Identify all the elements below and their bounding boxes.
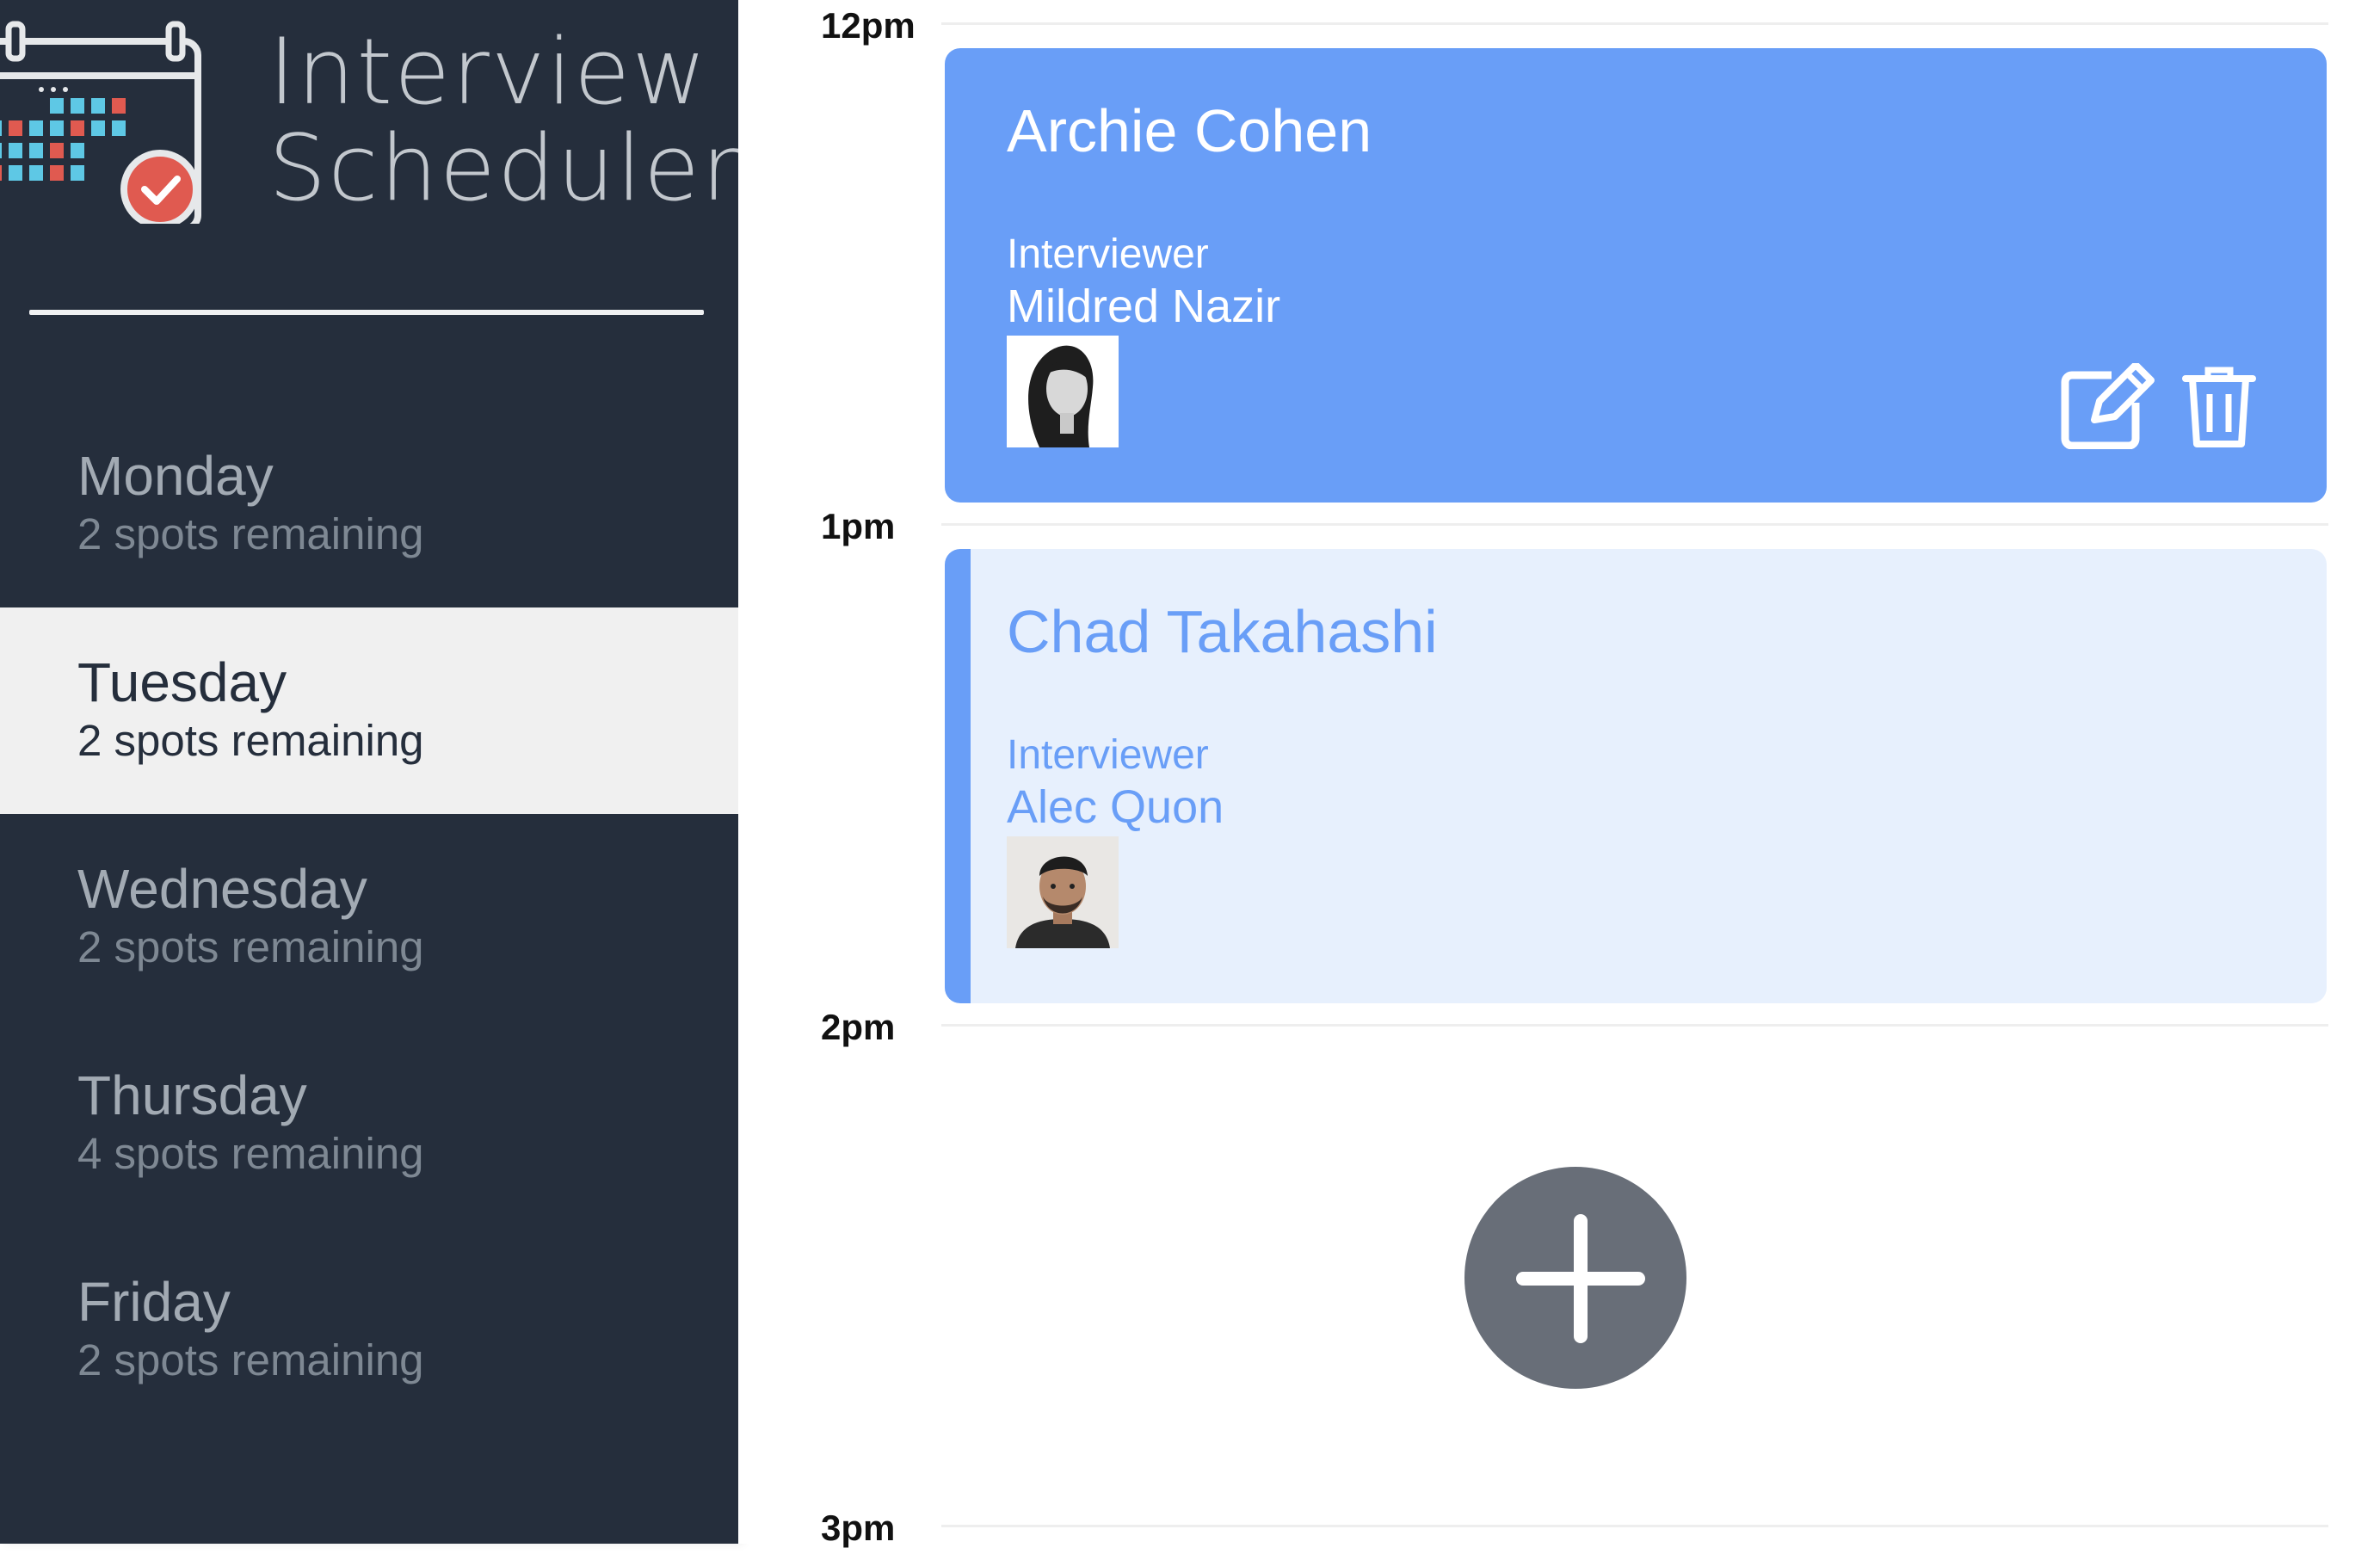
day-item-tuesday[interactable]: Tuesday 2 spots remaining — [0, 607, 738, 814]
sidebar-divider — [29, 310, 704, 315]
time-label: 12pm — [821, 5, 916, 46]
time-label: 2pm — [821, 1007, 896, 1047]
day-list: Monday 2 spots remaining Tuesday 2 spots… — [0, 401, 738, 1434]
day-name: Tuesday — [77, 651, 287, 713]
day-item-wednesday[interactable]: Wednesday 2 spots remaining — [0, 814, 738, 1021]
appointment-card[interactable]: Chad Takahashi Interviewer Alec Quon — [945, 549, 2327, 1003]
interviewer-name: Alec Quon — [1007, 781, 1224, 833]
day-spots: 2 spots remaining — [77, 922, 424, 971]
student-name: Chad Takahashi — [1007, 598, 1438, 665]
day-spots: 2 spots remaining — [77, 509, 424, 558]
day-spots: 2 spots remaining — [77, 716, 424, 765]
day-name: Monday — [77, 445, 274, 507]
interviewer-label: Interviewer — [1007, 732, 1209, 778]
calendar-check-icon — [0, 21, 201, 224]
interviewer-label: Interviewer — [1007, 231, 1209, 277]
time-slot-header: 1pm — [738, 501, 2380, 552]
time-label: 3pm — [821, 1508, 896, 1548]
time-divider — [941, 1525, 2328, 1527]
app-title-line-1: Interview — [268, 19, 708, 125]
day-item-friday[interactable]: Friday 2 spots remaining — [0, 1227, 738, 1434]
edit-icon[interactable] — [2060, 363, 2155, 449]
schedule: 12pm Archie Cohen Interviewer Mildred Na… — [738, 0, 2380, 1548]
time-slot-header: 2pm — [738, 1002, 2380, 1053]
time-divider — [941, 22, 2328, 25]
brand: Interview Scheduler — [0, 0, 741, 241]
day-spots: 4 spots remaining — [77, 1129, 424, 1178]
student-name: Archie Cohen — [1007, 97, 1372, 164]
day-name: Friday — [77, 1271, 231, 1333]
trash-icon[interactable] — [2172, 363, 2266, 449]
interviewer-name: Mildred Nazir — [1007, 281, 1281, 332]
add-appointment-button[interactable] — [1464, 1167, 1686, 1389]
plus-icon — [1516, 1214, 1645, 1343]
day-name: Thursday — [77, 1064, 307, 1126]
app-title: Interview Scheduler — [268, 24, 741, 217]
day-spots: 2 spots remaining — [77, 1335, 424, 1384]
time-divider — [941, 523, 2328, 526]
day-name: Wednesday — [77, 858, 367, 920]
time-slot-header: 3pm — [738, 1502, 2380, 1554]
time-slot-header: 12pm — [738, 0, 2380, 52]
day-item-thursday[interactable]: Thursday 4 spots remaining — [0, 1021, 738, 1227]
sidebar: Interview Scheduler Monday 2 spots remai… — [0, 0, 741, 1544]
day-item-monday[interactable]: Monday 2 spots remaining — [0, 401, 738, 607]
interviewer-avatar — [1007, 836, 1119, 948]
time-label: 1pm — [821, 506, 896, 546]
interviewer-avatar — [1007, 336, 1119, 447]
appointment-actions — [2060, 363, 2266, 449]
time-divider — [941, 1024, 2328, 1027]
appointment-card[interactable]: Archie Cohen Interviewer Mildred Nazir — [945, 48, 2327, 503]
app-title-line-2: Scheduler — [268, 115, 741, 221]
